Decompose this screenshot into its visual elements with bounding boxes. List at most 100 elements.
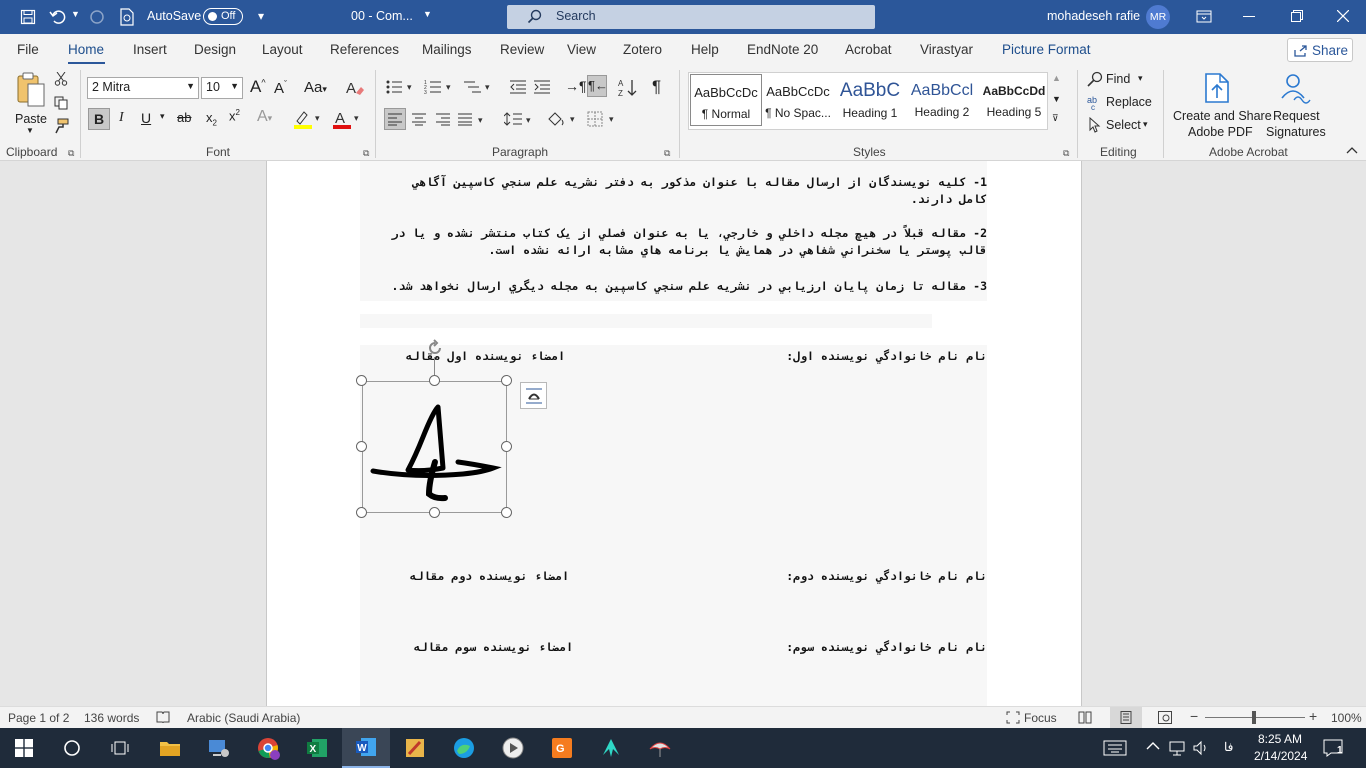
search-box[interactable]: Search: [507, 5, 875, 29]
file-explorer-icon[interactable]: [146, 728, 194, 768]
collapse-ribbon-icon[interactable]: [1346, 146, 1358, 154]
tab-insert[interactable]: Insert: [133, 42, 167, 57]
rtl-direction-button[interactable]: ¶←: [587, 75, 608, 97]
tab-view[interactable]: View: [567, 42, 596, 57]
keyboard-layout-icon[interactable]: [1103, 740, 1127, 756]
resize-handle-top[interactable]: [429, 375, 440, 386]
word-icon[interactable]: W: [342, 728, 390, 768]
cortana-search-icon[interactable]: [48, 728, 96, 768]
tab-acrobat[interactable]: Acrobat: [845, 42, 892, 57]
shading-icon[interactable]: ▾: [546, 110, 580, 128]
undo-icon[interactable]: [49, 8, 67, 26]
resize-handle-left[interactable]: [356, 441, 367, 452]
format-painter-icon[interactable]: [53, 118, 69, 134]
copy-icon[interactable]: [53, 95, 69, 111]
user-avatar[interactable]: MR: [1146, 5, 1170, 29]
print-layout-button[interactable]: [1110, 707, 1142, 728]
proofing-icon[interactable]: [156, 711, 170, 724]
focus-icon[interactable]: [1006, 711, 1020, 724]
align-right-icon[interactable]: [433, 110, 453, 128]
signature-image[interactable]: [362, 381, 507, 513]
volume-icon[interactable]: [1192, 740, 1210, 756]
customize-qat-icon[interactable]: ▾: [258, 9, 264, 23]
task-view-icon[interactable]: [96, 728, 144, 768]
zoom-out-button[interactable]: −: [1190, 708, 1198, 724]
save-icon[interactable]: [20, 9, 36, 25]
clock-time[interactable]: 8:25 AM: [1258, 732, 1302, 746]
tab-layout[interactable]: Layout: [262, 42, 303, 57]
tab-review[interactable]: Review: [500, 42, 544, 57]
font-size-combo[interactable]: 10 ▼: [201, 77, 243, 99]
paste-button[interactable]: Paste ▼: [10, 70, 50, 136]
font-launcher-icon[interactable]: ⧉: [363, 148, 369, 159]
subscript-button[interactable]: x2: [206, 110, 217, 128]
edge-icon[interactable]: [440, 728, 488, 768]
text-effects-icon[interactable]: A▾: [257, 108, 272, 126]
show-formatting-icon[interactable]: ¶: [652, 77, 661, 97]
undo-dropdown-icon[interactable]: ▼: [71, 9, 80, 19]
borders-icon[interactable]: ▾: [587, 110, 621, 128]
document-title[interactable]: 00 - Com...: [351, 9, 413, 23]
page-count[interactable]: Page 1 of 2: [8, 711, 69, 725]
style-normal[interactable]: AaBbCcDc ¶ Normal: [690, 74, 762, 126]
layout-options-icon[interactable]: [520, 382, 547, 409]
change-case-icon[interactable]: Aa▾: [304, 79, 327, 96]
style-heading-2[interactable]: AaBbCcl Heading 2: [906, 74, 978, 126]
close-icon[interactable]: [1337, 10, 1349, 22]
bullets-icon[interactable]: ▾: [385, 77, 417, 97]
resize-handle-top-right[interactable]: [501, 375, 512, 386]
excel-icon[interactable]: X: [293, 728, 341, 768]
tab-picture-format[interactable]: Picture Format: [1002, 42, 1091, 57]
align-left-button[interactable]: [384, 108, 406, 130]
document-page[interactable]: 1- كليه نويسندگان از ارسال مقاله با عنوا…: [266, 161, 1082, 706]
autosave-toggle[interactable]: Off: [203, 8, 243, 25]
pdf-app-icon[interactable]: G: [538, 728, 586, 768]
tab-home[interactable]: Home: [68, 42, 104, 57]
line-spacing-icon[interactable]: ▾: [503, 110, 535, 128]
shrink-font-icon[interactable]: Aˇ: [274, 79, 287, 97]
clear-formatting-icon[interactable]: A: [344, 78, 366, 98]
superscript-button[interactable]: x2: [229, 108, 240, 123]
doc-title-dropdown-icon[interactable]: ▼: [423, 9, 432, 19]
style-heading-1[interactable]: AaBbC Heading 1: [834, 74, 906, 126]
font-color-icon[interactable]: A ▾: [332, 108, 362, 130]
underline-dropdown-icon[interactable]: ▾: [160, 111, 165, 122]
web-layout-icon[interactable]: [1158, 711, 1172, 724]
zoom-in-button[interactable]: +: [1309, 708, 1317, 724]
sort-icon[interactable]: AZ: [617, 77, 639, 99]
justify-icon[interactable]: ▾: [457, 110, 489, 128]
grow-font-icon[interactable]: A^: [250, 77, 266, 97]
zoom-slider-thumb[interactable]: [1252, 711, 1256, 724]
request-signatures-button[interactable]: Request Signatures: [1264, 70, 1328, 142]
underline-button[interactable]: U: [141, 110, 151, 126]
increase-indent-icon[interactable]: [532, 77, 552, 97]
styles-more-icon[interactable]: ⊽: [1052, 113, 1059, 124]
resize-handle-bottom-right[interactable]: [501, 507, 512, 518]
numbering-icon[interactable]: 1 2 3 ▾: [424, 77, 456, 97]
resize-handle-right[interactable]: [501, 441, 512, 452]
styles-launcher-icon[interactable]: ⧉: [1063, 148, 1069, 159]
read-mode-icon[interactable]: [1078, 711, 1092, 724]
align-center-icon[interactable]: [409, 110, 429, 128]
media-player-icon[interactable]: [489, 728, 537, 768]
vpn-app-icon[interactable]: [587, 728, 635, 768]
bold-button[interactable]: B: [88, 108, 110, 130]
font-name-combo[interactable]: 2 Mitra ▼: [87, 77, 199, 99]
resize-handle-bottom-left[interactable]: [356, 507, 367, 518]
tab-design[interactable]: Design: [194, 42, 236, 57]
style-no-spacing[interactable]: AaBbCcDc ¶ No Spac...: [762, 74, 834, 126]
paragraph-launcher-icon[interactable]: ⧉: [664, 148, 670, 159]
create-share-pdf-button[interactable]: Create and Share Adobe PDF: [1170, 70, 1272, 142]
ltr-direction-icon[interactable]: →¶: [565, 78, 587, 94]
share-button[interactable]: Share: [1287, 38, 1353, 62]
clipboard-launcher-icon[interactable]: ⧉: [68, 148, 74, 159]
rotate-handle-icon[interactable]: [426, 339, 444, 357]
chrome-icon[interactable]: [244, 728, 292, 768]
style-heading-5[interactable]: AaBbCcDd Heading 5: [978, 74, 1050, 126]
focus-button[interactable]: Focus: [1024, 711, 1057, 725]
ribbon-display-options-icon[interactable]: [1196, 10, 1212, 23]
italic-button[interactable]: I: [119, 110, 124, 126]
paint-app-icon[interactable]: [391, 728, 439, 768]
umbrella-app-icon[interactable]: [636, 728, 684, 768]
word-count[interactable]: 136 words: [84, 711, 139, 725]
